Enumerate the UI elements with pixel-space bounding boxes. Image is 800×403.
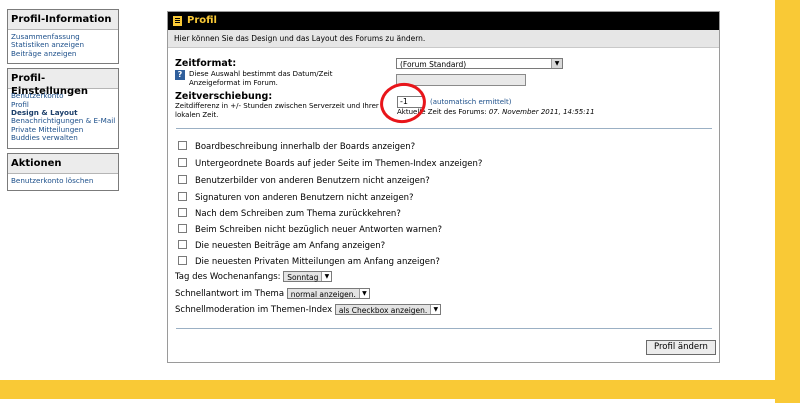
sidebar-section-actions: Aktionen Benutzerkonto löschen [7,152,119,192]
week-start-row: Tag des Wochenanfangs: Sonntag ▼ [175,271,333,284]
week-start-selected: Sonntag [287,273,319,282]
checkbox-row[interactable]: Die neuesten Beiträge am Anfang anzeigen… [178,240,386,252]
time-format-select[interactable]: (Forum Standard) ▼ [396,58,563,69]
panel-description: Hier können Sie das Design und das Layou… [168,30,719,48]
checkbox[interactable] [178,192,187,201]
time-offset-help: Zeitdifferenz in +/- Stunden zwischen Se… [175,102,379,119]
sidebar-section-title: Aktionen [8,153,118,174]
week-start-label: Tag des Wochenanfangs: [175,272,281,282]
quick-reply-select[interactable]: normal anzeigen. ▼ [286,288,370,299]
checkbox-label: Boardbeschreibung innerhalb der Boards a… [195,142,416,152]
checkbox[interactable] [178,208,187,217]
week-start-select[interactable]: Sonntag ▼ [283,271,333,282]
checkbox-row[interactable]: Beim Schreiben nicht bezüglich neuer Ant… [178,224,442,236]
checkbox[interactable] [178,175,187,184]
checkbox-row[interactable]: Signaturen von anderen Benutzern nicht a… [178,192,414,204]
sidebar: Profil-Information Zusammenfassung Stati… [7,9,119,195]
time-format-custom-input[interactable] [396,74,526,86]
background-bottom-strip [0,399,775,403]
checkbox[interactable] [178,141,187,150]
chevron-down-icon: ▼ [358,289,369,298]
checkbox-row[interactable]: Boardbeschreibung innerhalb der Boards a… [178,141,416,153]
background-right-band [775,0,800,403]
checkbox[interactable] [178,158,187,167]
forum-current-time: Aktuelle Zeit des Forums: 07. November 2… [397,108,595,117]
section-divider [176,328,712,329]
submit-profile-button[interactable]: Profil ändern [646,340,716,355]
quick-mod-row: Schnellmoderation im Themen-Index als Ch… [175,304,442,317]
document-icon [173,16,182,26]
chevron-down-icon: ▼ [321,272,332,281]
sidebar-section-title: Profil-Einstellungen [8,69,118,97]
panel-title: Profil [187,15,217,26]
sidebar-links: Zusammenfassung Statistiken anzeigen Bei… [8,30,118,63]
sidebar-links: Benutzerkonto löschen [8,174,118,190]
sidebar-item-posts[interactable]: Beiträge anzeigen [11,49,116,58]
checkbox-label: Signaturen von anderen Benutzern nicht a… [195,193,414,203]
quick-reply-row: Schnellantwort im Thema normal anzeigen.… [175,288,370,301]
sidebar-item-buddies[interactable]: Buddies verwalten [11,133,116,142]
checkbox-row[interactable]: Benutzerbilder von anderen Benutzern nic… [178,175,430,187]
quick-mod-label: Schnellmoderation im Themen-Index [175,305,333,315]
sidebar-item-delete-account[interactable]: Benutzerkonto löschen [11,176,116,185]
checkbox-label: Benutzerbilder von anderen Benutzern nic… [195,176,430,186]
panel-titlebar: Profil [168,12,719,30]
time-offset-label: Zeitverschiebung: [175,91,273,102]
auto-detect-link[interactable]: (automatisch ermittelt) [430,98,511,106]
sidebar-section-profile-info: Profil-Information Zusammenfassung Stati… [7,9,119,65]
quick-reply-selected: normal anzeigen. [290,290,356,299]
checkbox-label: Beim Schreiben nicht bezüglich neuer Ant… [195,225,442,235]
sidebar-section-title: Profil-Information [8,10,118,30]
quick-mod-selected: als Checkbox anzeigen. [338,306,428,315]
checkbox-label: Untergeordnete Boards auf jeder Seite im… [195,159,483,169]
quick-mod-select[interactable]: als Checkbox anzeigen. ▼ [334,304,442,315]
profile-panel: Profil Hier können Sie das Design und da… [167,11,720,363]
checkbox-row[interactable]: Nach dem Schreiben zum Thema zurückkehre… [178,208,401,220]
checkbox-row[interactable]: Die neuesten Privaten Mitteilungen am An… [178,256,440,268]
quick-reply-label: Schnellantwort im Thema [175,289,285,299]
section-divider [176,128,712,129]
time-format-label: Zeitformat: [175,58,237,69]
checkbox[interactable] [178,240,187,249]
time-format-help: Diese Auswahl bestimmt das Datum/Zeit An… [189,70,333,87]
current-time-value: 07. November 2011, 14:55:11 [488,108,595,116]
checkbox[interactable] [178,224,187,233]
time-format-selected: (Forum Standard) [400,60,467,69]
chevron-down-icon: ▼ [430,305,441,314]
chevron-down-icon: ▼ [551,59,562,68]
checkbox-label: Die neuesten Beiträge am Anfang anzeigen… [195,241,386,251]
sidebar-links: Benutzerkonto Profil Design & Layout Ben… [8,89,118,147]
checkbox-label: Die neuesten Privaten Mitteilungen am An… [195,257,440,267]
checkbox-label: Nach dem Schreiben zum Thema zurückkehre… [195,209,401,219]
sidebar-section-profile-settings: Profil-Einstellungen Benutzerkonto Profi… [7,68,119,149]
checkbox-row[interactable]: Untergeordnete Boards auf jeder Seite im… [178,158,483,170]
help-icon[interactable]: ? [175,70,185,80]
checkbox[interactable] [178,256,187,265]
